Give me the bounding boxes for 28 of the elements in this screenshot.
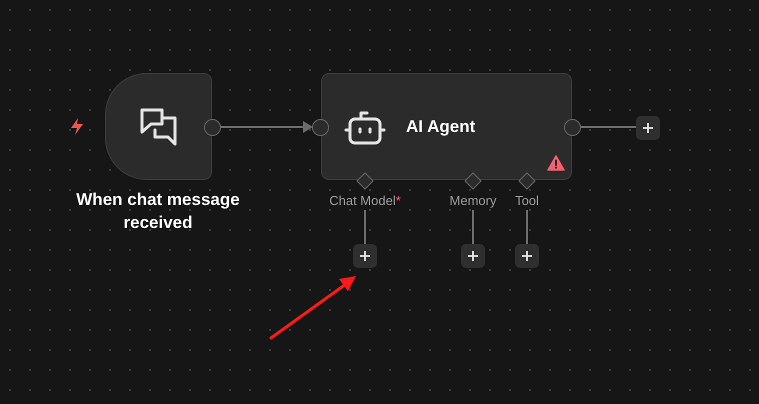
chat-bubbles-icon bbox=[138, 106, 180, 148]
node-title: When chat message received bbox=[75, 189, 241, 234]
connection-line bbox=[581, 126, 636, 128]
input-diamond[interactable] bbox=[464, 172, 482, 190]
lightning-icon bbox=[69, 117, 85, 136]
robot-icon bbox=[344, 110, 386, 145]
input-handle[interactable] bbox=[312, 119, 329, 136]
add-node-button[interactable] bbox=[515, 244, 539, 268]
node-title: AI Agent bbox=[406, 116, 476, 138]
add-node-button[interactable] bbox=[353, 244, 377, 268]
trigger-node[interactable] bbox=[105, 73, 212, 180]
input-label: Memory bbox=[450, 193, 496, 209]
add-node-button[interactable] bbox=[636, 116, 660, 140]
plus-icon bbox=[359, 250, 371, 262]
agent-node[interactable] bbox=[321, 73, 572, 180]
input-diamond[interactable] bbox=[356, 172, 374, 190]
add-node-button[interactable] bbox=[461, 244, 485, 268]
input-label: Tool bbox=[515, 193, 539, 209]
plus-icon bbox=[467, 250, 479, 262]
output-handle[interactable] bbox=[564, 119, 581, 136]
output-handle[interactable] bbox=[204, 119, 221, 136]
plus-icon bbox=[521, 250, 533, 262]
plus-icon bbox=[642, 122, 654, 134]
connection-line bbox=[526, 210, 528, 245]
input-diamond[interactable] bbox=[518, 172, 536, 190]
input-label: Chat Model* bbox=[329, 193, 401, 209]
connection-line bbox=[364, 210, 366, 245]
connection-line bbox=[472, 210, 474, 245]
